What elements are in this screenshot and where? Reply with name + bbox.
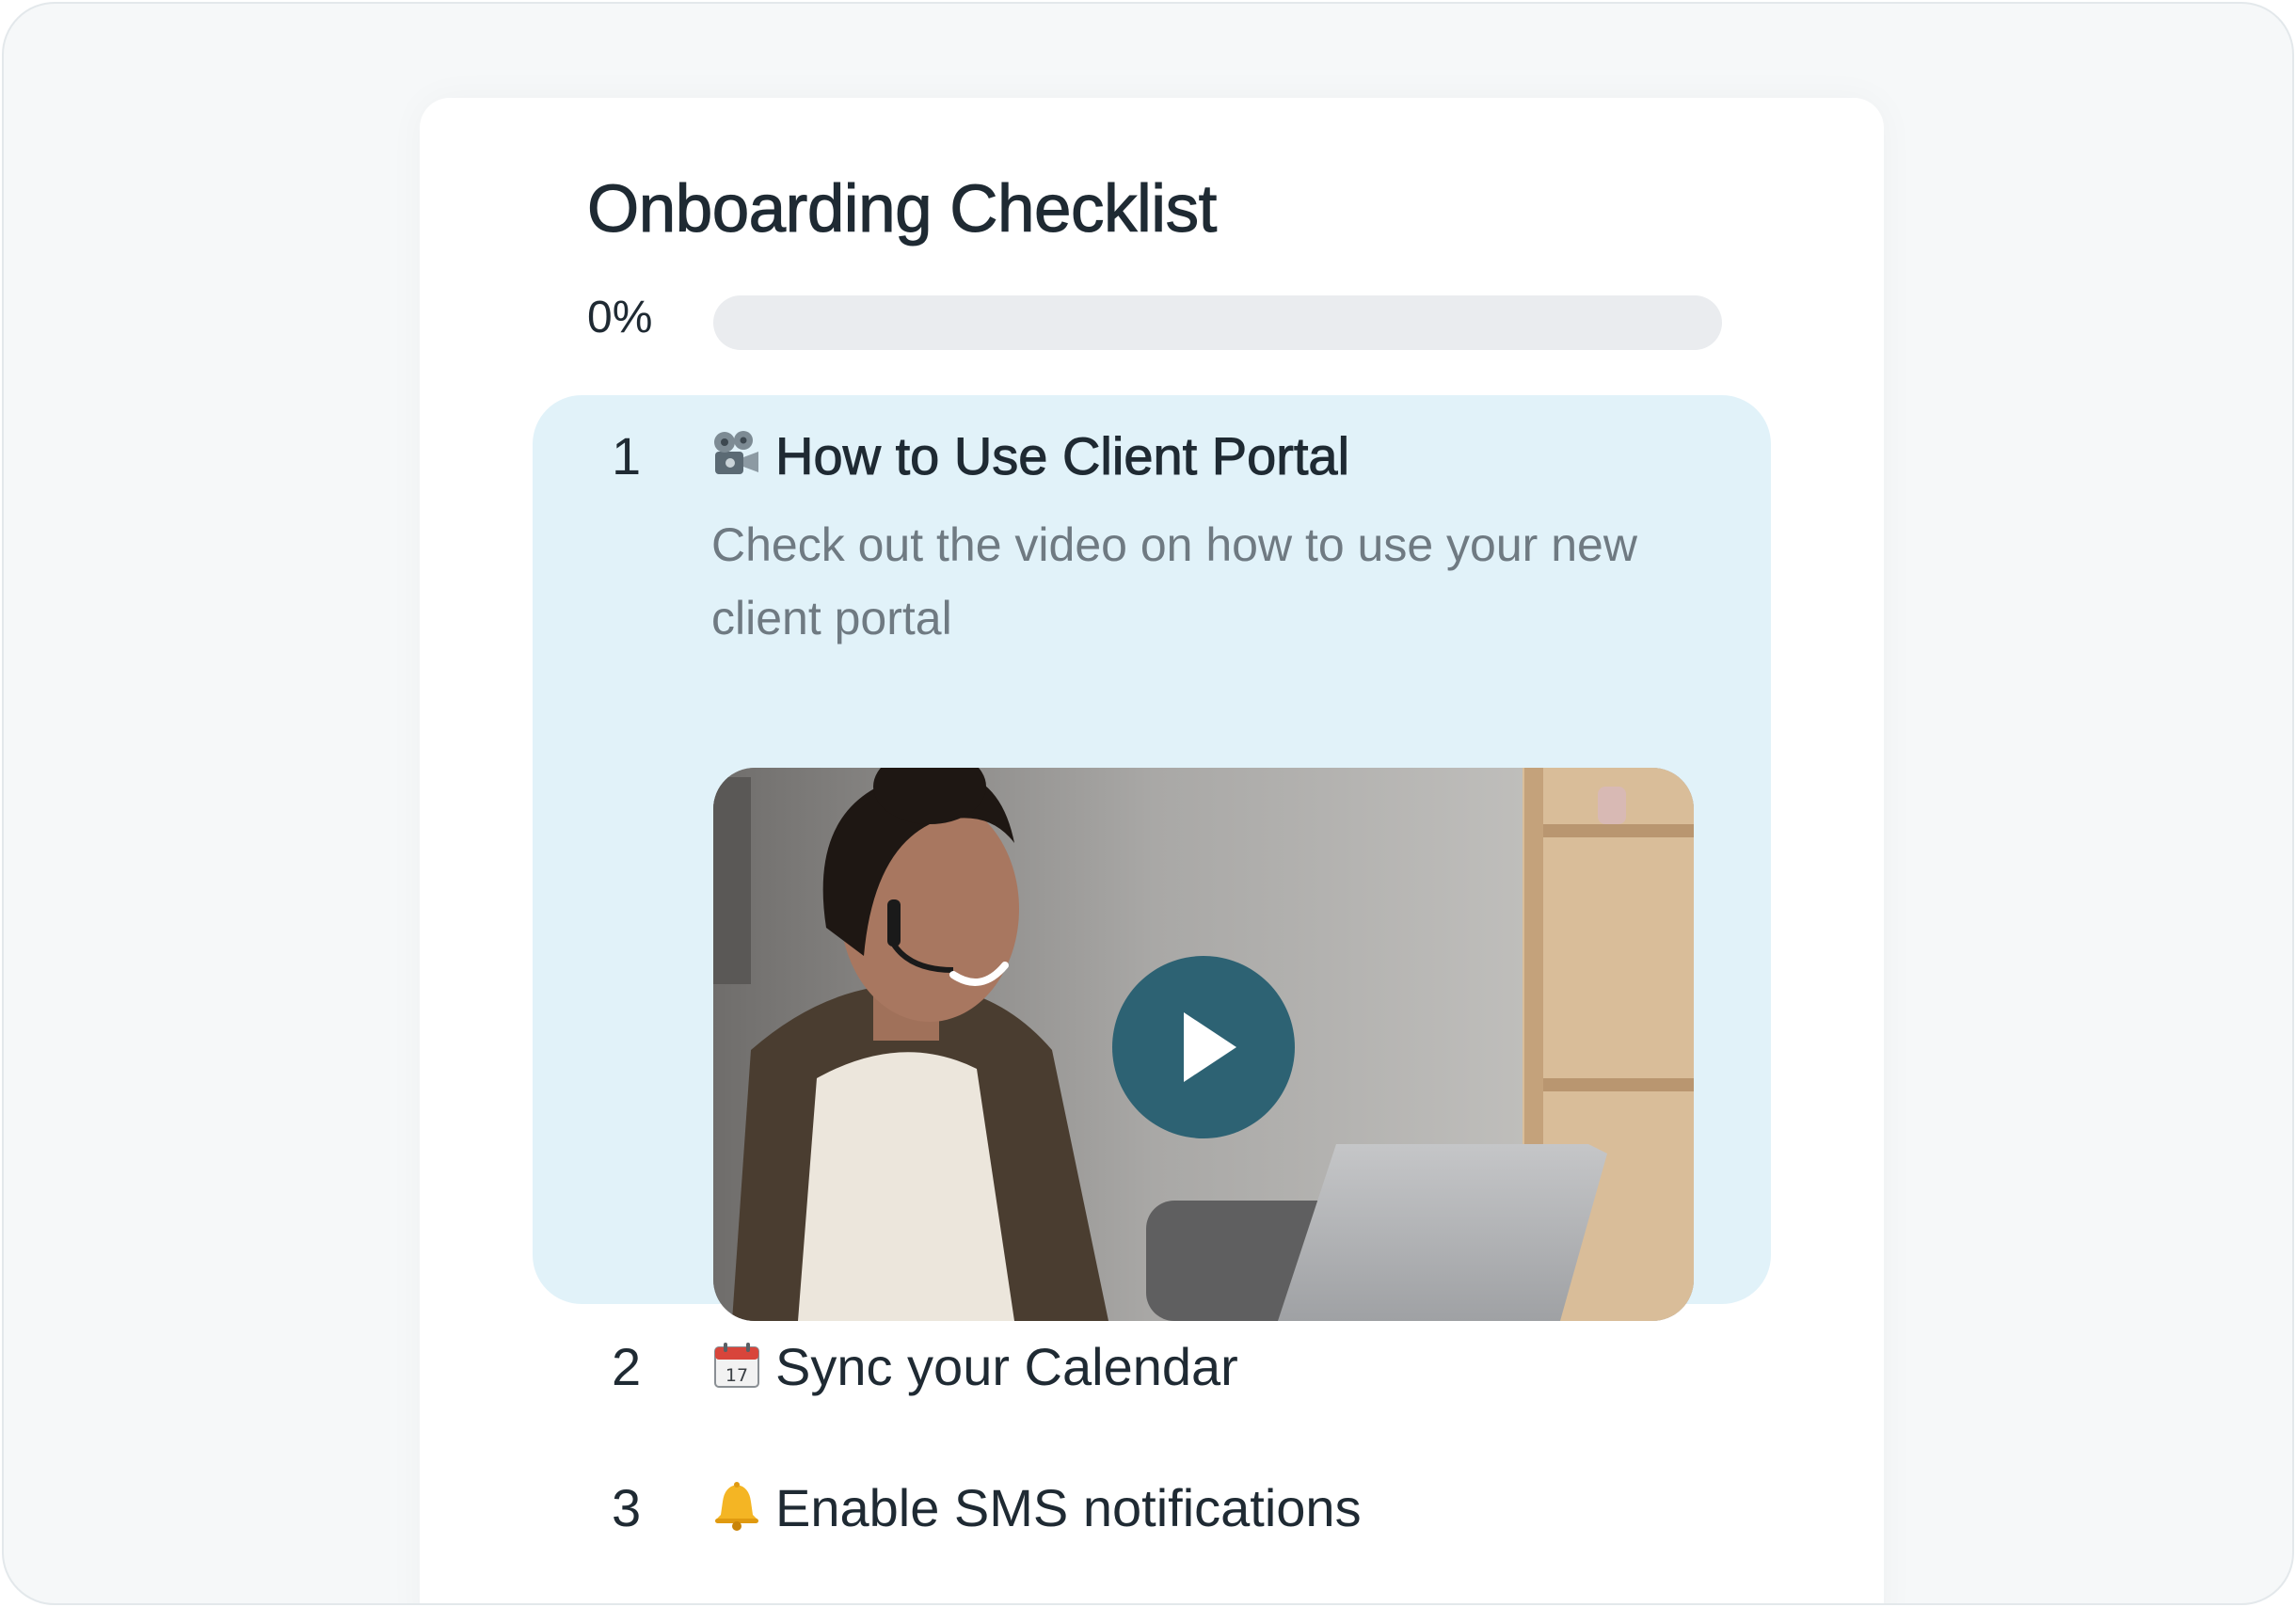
step-title-text: Sync your Calendar	[775, 1337, 1238, 1396]
step-title-text: Enable SMS notifications	[775, 1478, 1362, 1537]
step-title: How to Use Client Portal	[711, 425, 1350, 486]
progress-bar	[713, 295, 1722, 350]
step-description: Check out the video on how to use your n…	[711, 518, 1637, 644]
step-title: Enable SMS notifications	[711, 1477, 1362, 1538]
step-number: 3	[612, 1478, 642, 1537]
calendar-icon: 17	[714, 1343, 759, 1388]
checklist-step-2[interactable]: 2 17 Sync your Calendar	[533, 1317, 1771, 1421]
play-button[interactable]	[1112, 956, 1295, 1138]
step-number: 1	[612, 426, 642, 485]
onboarding-checklist-card: Onboarding Checklist 0% 1 How to Use Cli…	[420, 98, 1884, 1603]
film-projector-icon	[714, 431, 758, 474]
play-icon	[1184, 1012, 1236, 1082]
step-title-text: How to Use Client Portal	[774, 426, 1350, 486]
video-player[interactable]	[713, 768, 1694, 1321]
progress-percent-label: 0%	[587, 293, 653, 342]
bell-icon	[715, 1482, 758, 1531]
step-number: 2	[612, 1337, 642, 1396]
svg-text:17: 17	[725, 1365, 748, 1386]
step-title: 17 Sync your Calendar	[711, 1336, 1238, 1397]
checklist-step-1[interactable]: 1 How to Use Client Portal Check out the…	[533, 395, 1771, 1321]
checklist-step-3[interactable]: 3 Enable SMS notifications	[533, 1458, 1771, 1562]
page-title: Onboarding Checklist	[587, 172, 1218, 247]
screenshot-frame: Onboarding Checklist 0% 1 How to Use Cli…	[2, 2, 2294, 1605]
